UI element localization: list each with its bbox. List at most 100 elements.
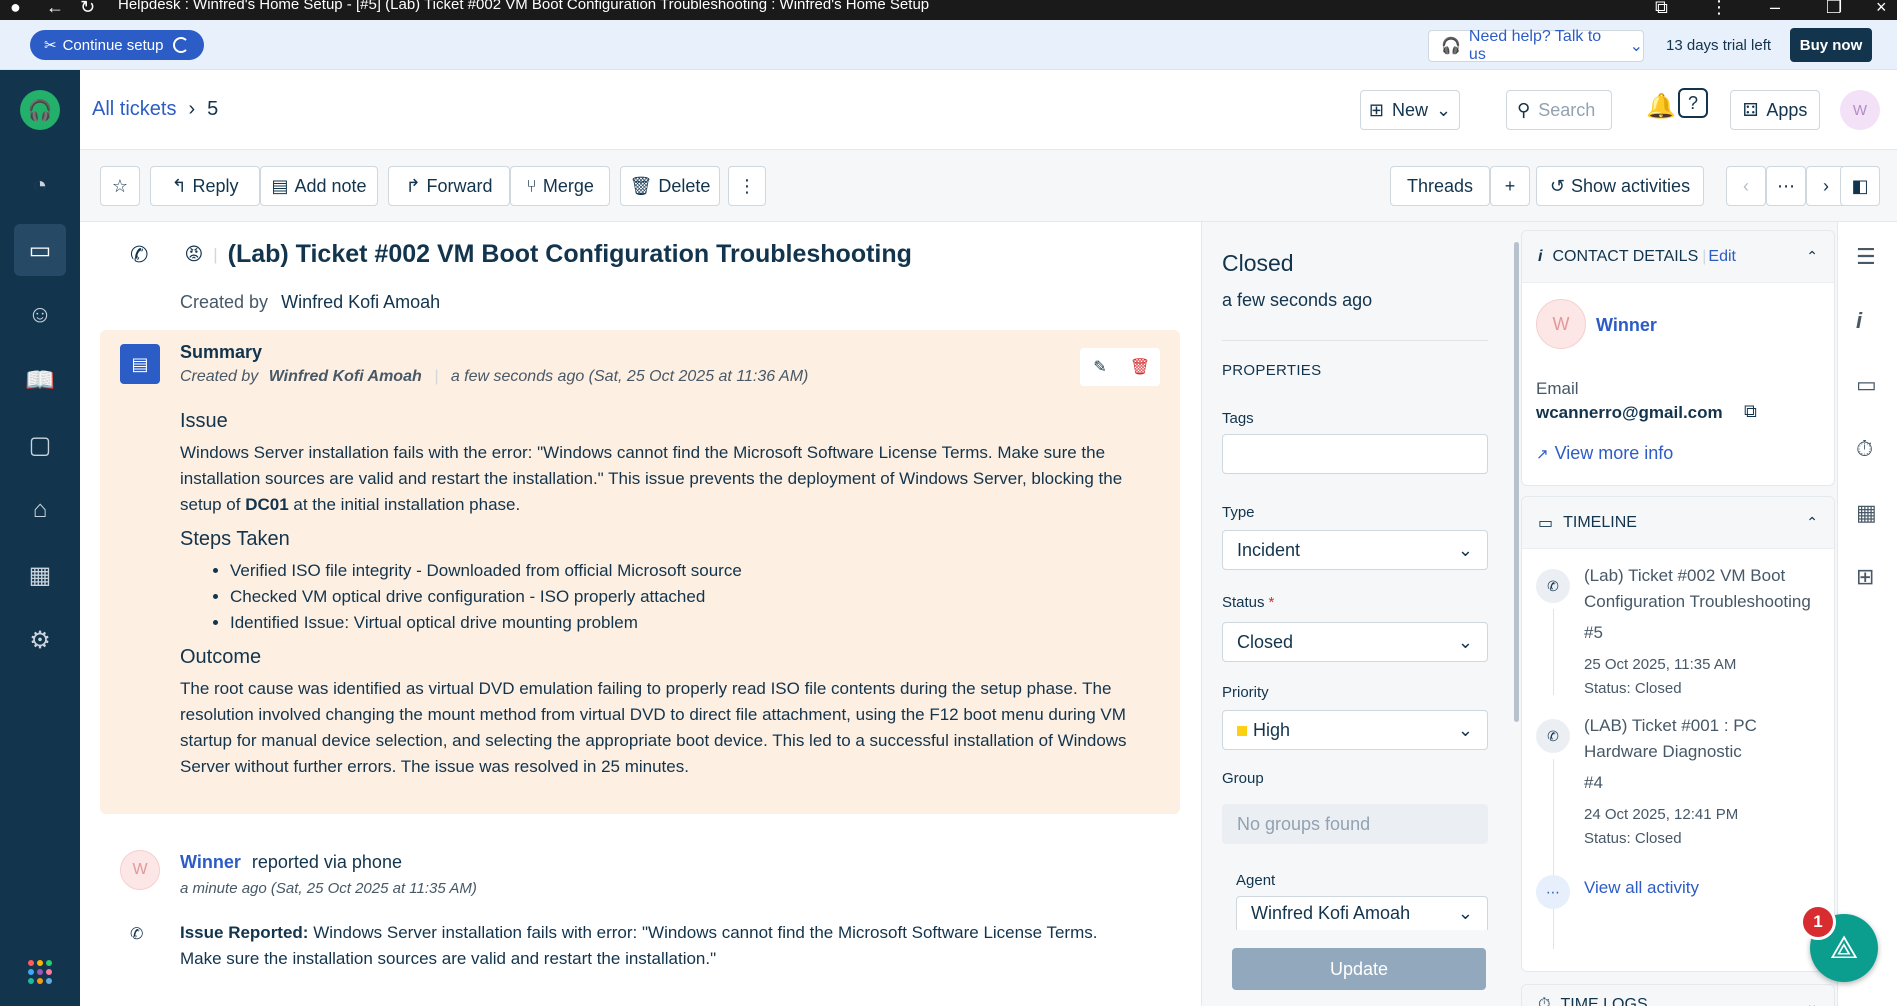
timeline-item-date: 24 Oct 2025, 12:41 PM [1584,806,1739,823]
chevron-down-icon[interactable]: ⌄ [1806,996,1818,1006]
grid-icon[interactable]: ⊞ [1856,564,1874,590]
toggle-sidebar-button[interactable]: ◧ [1840,166,1880,206]
bell-icon[interactable]: 🔔 [1646,92,1676,121]
merge-button[interactable]: ⑂ Merge [510,166,610,206]
timeline-item-status: Status: Closed [1584,680,1682,697]
forums-icon[interactable]: ▢ [14,419,66,471]
ticket-icon[interactable]: ▭ [1856,372,1877,398]
delete-trash-icon[interactable]: 🗑 [1120,348,1160,386]
status-label: Status * [1222,594,1274,611]
priority-select[interactable]: High ⌄ [1222,710,1488,750]
ticket-title: (Lab) Ticket #002 VM Boot Configuration … [227,240,912,268]
reports-icon[interactable]: ▦ [14,549,66,601]
new-button[interactable]: ⊞ New ⌄ [1360,90,1460,130]
agent-select[interactable]: Winfred Kofi Amoah ⌄ [1236,896,1488,930]
headset-icon: 🎧 [1441,38,1461,55]
timeline-item[interactable]: ✆ (Lab) Ticket #002 VM Boot Configuratio… [1536,563,1826,703]
info-icon[interactable]: i [1856,308,1862,334]
properties-scrollbar[interactable] [1514,242,1519,722]
update-button[interactable]: Update [1232,948,1486,990]
requester-name-link[interactable]: Winner [180,852,241,872]
threads-button[interactable]: Threads [1390,166,1490,206]
status-label-text: Status [1222,594,1265,611]
left-nav: 🎧 ◔ ▭ ☺ 📖 ▢ ⌂ ▦ ⚙ [0,70,80,1006]
contact-details-header[interactable]: i CONTACT DETAILS | Edit ⌃ [1522,231,1834,283]
group-select[interactable]: No groups found [1222,804,1488,844]
solutions-icon[interactable]: 📖 [14,354,66,406]
add-thread-button[interactable]: + [1490,166,1530,206]
buy-now-button[interactable]: Buy now [1790,28,1872,62]
apps-button[interactable]: ⚃ Apps [1730,90,1820,130]
minimize-icon[interactable]: – [1770,0,1780,18]
need-help-button[interactable]: 🎧 Need help? Talk to us ⌄ [1428,28,1644,63]
breadcrumb: All tickets › 5 [92,98,218,121]
edit-pencil-icon[interactable]: ✎ [1080,348,1120,386]
view-more-info-link[interactable]: ↗ View more info [1536,443,1673,464]
previous-ticket-button[interactable]: ‹ [1726,166,1766,206]
browser-title-bar: ● ← ↻ Helpdesk : Winfred's Home Setup - … [0,0,1897,20]
star-button[interactable]: ☆ [100,166,140,206]
message-text: Windows Server installation fails with e… [180,923,1098,968]
phone-icon: ✆ [130,241,149,267]
close-icon[interactable]: × [1876,0,1887,18]
timeline-item-date: 25 Oct 2025, 11:35 AM [1584,656,1737,673]
dashboard-icon[interactable]: ◔ [14,160,66,212]
summary-author: Winfred Kofi Amoah [268,368,422,385]
timeline-header[interactable]: ▭ TIMELINE ⌃ [1522,497,1834,549]
outcome-paragraph: The root cause was identified as virtual… [180,679,1127,776]
menu-dots-icon[interactable]: ⋮ [1710,0,1728,18]
contact-edit-link[interactable]: Edit [1708,248,1736,266]
show-activities-button[interactable]: ↺ Show activities [1536,166,1704,206]
chevron-right-icon: › [1823,175,1829,196]
contact-name-link[interactable]: Winner [1596,315,1657,336]
plus-box-icon: ⊞ [1368,99,1384,120]
more-actions-button[interactable]: ⋮ [728,166,766,206]
timeline-item[interactable]: ✆ (LAB) Ticket #001 : PC Hardware Diagno… [1536,713,1826,853]
need-help-label: Need help? Talk to us [1468,28,1602,63]
forward-button[interactable]: ↱ Forward [388,166,510,206]
view-all-activity-link[interactable]: ⋯ View all activity [1536,869,1826,909]
add-note-button[interactable]: ▤ Add note [260,166,378,206]
app-switcher-icon[interactable] [28,960,52,984]
copy-icon[interactable]: ⧉ [1744,401,1757,422]
timer-icon[interactable]: ⏱ [1856,436,1873,462]
merge-icon: ⑂ [526,175,537,196]
breadcrumb-all-tickets[interactable]: All tickets [92,98,176,121]
status-select[interactable]: Closed ⌄ [1222,622,1488,662]
reply-button[interactable]: ↰ Reply [150,166,260,206]
continue-setup-button[interactable]: ✂ Continue setup [30,30,204,60]
contacts-icon[interactable]: ☺ [14,289,66,341]
delete-label: Delete [658,175,711,196]
priority-dot [1237,725,1247,736]
email-label: Email [1536,379,1579,398]
help-icon[interactable]: ? [1678,88,1708,118]
search-input[interactable]: ⚲ Search [1506,90,1612,130]
calendar-icon[interactable]: ▦ [1856,500,1877,526]
delete-button[interactable]: 🗑 Delete [620,166,720,206]
admin-icon[interactable]: ⌂ [14,484,66,536]
chevron-down-icon: ⌄ [1436,99,1452,120]
timeline-item-status: Status: Closed [1584,830,1682,847]
sliders-icon[interactable]: ☰ [1856,244,1876,270]
chevron-up-icon[interactable]: ⌃ [1806,514,1818,531]
tags-input[interactable] [1222,434,1488,474]
reload-icon[interactable]: ↻ [80,0,95,18]
status-heading: Closed [1222,250,1294,276]
chevron-up-icon[interactable]: ⌃ [1806,248,1818,265]
type-select[interactable]: Incident ⌄ [1222,530,1488,570]
summary-tools: ✎ 🗑 [1080,348,1160,386]
user-avatar[interactable]: W [1840,90,1880,130]
restore-icon[interactable]: ❐ [1826,0,1842,18]
show-activities-label: Show activities [1571,175,1691,196]
time-logs-header[interactable]: ⏱ TIME LOGS ⌄ [1522,985,1834,1006]
settings-gear-icon[interactable]: ⚙ [14,614,66,666]
ticket-list-button[interactable]: ⋯ [1766,166,1806,206]
issue-paragraph: Windows Server installation fails with t… [180,440,1160,518]
back-arrow-icon[interactable]: ← [46,0,64,18]
reply-label: Reply [192,175,239,196]
extensions-icon[interactable]: ⧉ [1655,0,1668,18]
trial-text: 13 days trial left [1666,37,1772,54]
tickets-icon[interactable]: ▭ [14,224,66,276]
freshdesk-logo-icon[interactable]: 🎧 [20,90,60,130]
chevron-left-icon: ‹ [1743,175,1749,196]
